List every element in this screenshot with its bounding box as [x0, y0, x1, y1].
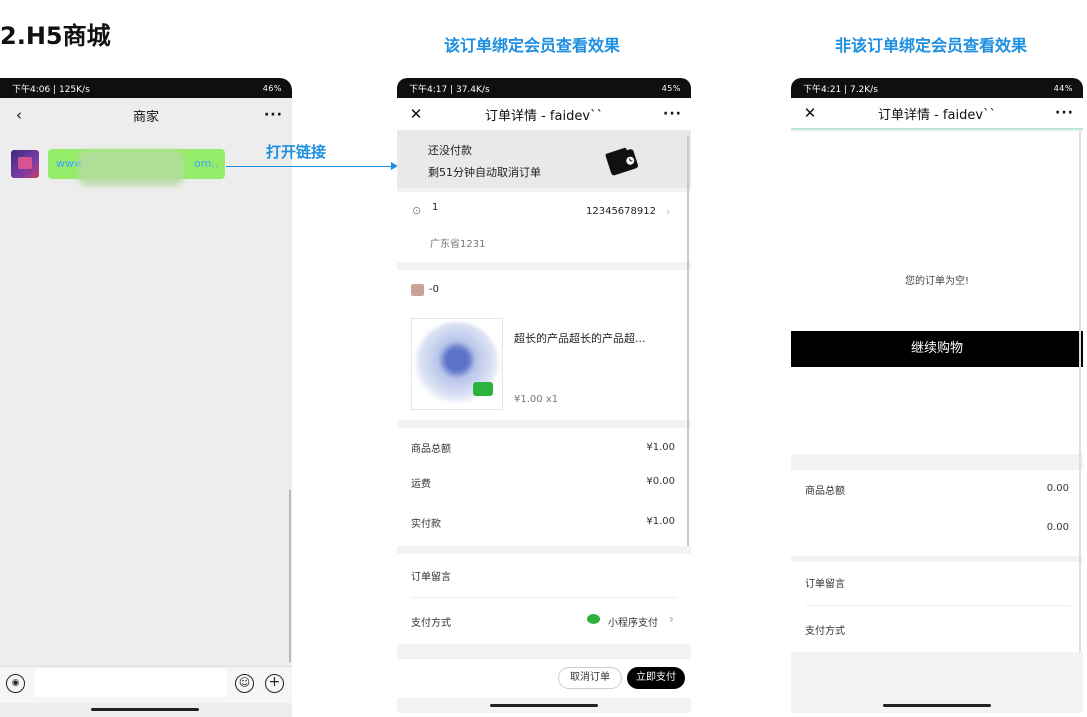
- more-icon[interactable]: ···: [264, 107, 282, 123]
- subtotal-label: 商品总额: [805, 486, 845, 497]
- order-title: 订单详情 - faidev``: [484, 108, 604, 124]
- blurred-link-mask: [78, 150, 184, 186]
- status-bar: 下午4:17 | 37.4K/s 45%: [397, 78, 691, 98]
- order-note-label[interactable]: 订单留言: [411, 568, 451, 583]
- shop-avatar: [411, 284, 424, 296]
- product-badge-icon: [473, 382, 493, 396]
- chat-title: 商家: [132, 109, 159, 125]
- avatar[interactable]: [11, 150, 39, 178]
- caption-unbound-member: 非该订单绑定会员查看效果: [835, 36, 1028, 55]
- more-icon[interactable]: ···: [1055, 105, 1073, 121]
- scrollbar[interactable]: [687, 136, 689, 546]
- cancel-order-button[interactable]: 取消订单: [558, 667, 622, 689]
- order-note-label[interactable]: 订单留言: [805, 575, 845, 590]
- shipping-value: ¥0.00: [646, 476, 675, 487]
- payment-method-label: 支付方式: [411, 618, 451, 629]
- close-icon[interactable]: ✕: [801, 104, 819, 122]
- empty-order-message: 您的订单为空!: [904, 276, 969, 287]
- address-phone: 12345678912: [586, 206, 656, 217]
- address-name: 1: [432, 202, 439, 213]
- emoji-icon[interactable]: ☺: [235, 674, 254, 693]
- address-card[interactable]: [397, 192, 691, 262]
- location-pin-icon: ⊙: [412, 204, 422, 217]
- chevron-right-icon: ›: [666, 205, 671, 218]
- chat-nav-bar: ‹ 商家 ···: [0, 98, 292, 132]
- divider: [411, 597, 677, 598]
- voice-icon[interactable]: ◉: [6, 674, 25, 693]
- empty-order-area: [791, 132, 1083, 454]
- close-icon[interactable]: ✕: [407, 105, 425, 123]
- status-time: 下午4:17 | 37.4K/s: [409, 84, 490, 95]
- subtotal-value: ¥1.00: [646, 442, 675, 453]
- status-bar: 下午4:06 | 125K/s 46%: [0, 78, 292, 98]
- subtotal-value: 0.00: [1046, 483, 1069, 494]
- shop-name: -0: [429, 284, 439, 295]
- home-indicator: [490, 704, 598, 707]
- empty-order-phone-screen: 下午4:21 | 7.2K/s 44% ✕ 订单详情 - faidev`` ··…: [791, 78, 1083, 713]
- pay-now-button[interactable]: 立即支付: [627, 667, 685, 689]
- home-indicator: [91, 708, 199, 711]
- battery-indicator: 45%: [661, 83, 681, 93]
- paid-value: ¥1.00: [646, 516, 675, 527]
- product-title[interactable]: 超长的产品超长的产品超...: [514, 330, 646, 346]
- order-detail-phone-screen: 下午4:17 | 37.4K/s 45% ✕ 订单详情 - faidev`` ·…: [397, 78, 691, 713]
- plus-icon[interactable]: +: [265, 674, 284, 693]
- address-line: 广东省1231: [430, 239, 486, 250]
- caption-bound-member: 该订单绑定会员查看效果: [444, 36, 621, 55]
- open-link-label: 打开链接: [266, 143, 327, 161]
- scrollbar[interactable]: [289, 490, 291, 662]
- chevron-right-icon: ›: [669, 612, 674, 626]
- order-nav-bar: ✕ 订单详情 - faidev`` ···: [397, 98, 691, 130]
- battery-indicator: 46%: [262, 83, 282, 93]
- continue-shopping-button[interactable]: 继续购物: [791, 331, 1083, 367]
- paid-label: 实付款: [411, 519, 441, 530]
- total-value: 0.00: [1046, 522, 1069, 533]
- shipping-label: 运费: [411, 479, 431, 490]
- product-quantity: x1: [545, 394, 559, 405]
- order-nav-bar: ✕ 订单详情 - faidev`` ···: [791, 98, 1083, 130]
- status-time: 下午4:21 | 7.2K/s: [803, 84, 878, 95]
- page-title: 2.H5商城: [0, 22, 111, 50]
- status-time: 下午4:06 | 125K/s: [12, 84, 90, 95]
- subtotal-label: 商品总额: [411, 444, 451, 455]
- battery-indicator: 44%: [1053, 83, 1073, 93]
- product-price: ¥1.00 x1: [514, 394, 558, 405]
- back-icon[interactable]: ‹: [10, 106, 28, 124]
- payment-method-value[interactable]: 小程序支付: [608, 614, 658, 629]
- arrow-line: [226, 166, 396, 167]
- more-icon[interactable]: ···: [663, 106, 681, 122]
- product-price-value: ¥1.00: [514, 394, 543, 405]
- unpaid-title: 还没付款: [428, 144, 472, 157]
- home-indicator: [883, 704, 991, 707]
- scrollbar[interactable]: [1079, 132, 1081, 652]
- chat-input[interactable]: [34, 669, 227, 697]
- unpaid-countdown: 剩51分钟自动取消订单: [428, 166, 541, 179]
- chat-phone-screen: 下午4:06 | 125K/s 46% ‹ 商家 ··· www om.. ◉ …: [0, 78, 292, 717]
- link-text-end: om..: [194, 157, 219, 170]
- status-bar: 下午4:21 | 7.2K/s 44%: [791, 78, 1083, 98]
- divider: [805, 605, 1071, 606]
- order-title: 订单详情 - faidev``: [877, 107, 997, 123]
- payment-method-label: 支付方式: [805, 626, 845, 637]
- wechat-pay-icon: [587, 614, 600, 624]
